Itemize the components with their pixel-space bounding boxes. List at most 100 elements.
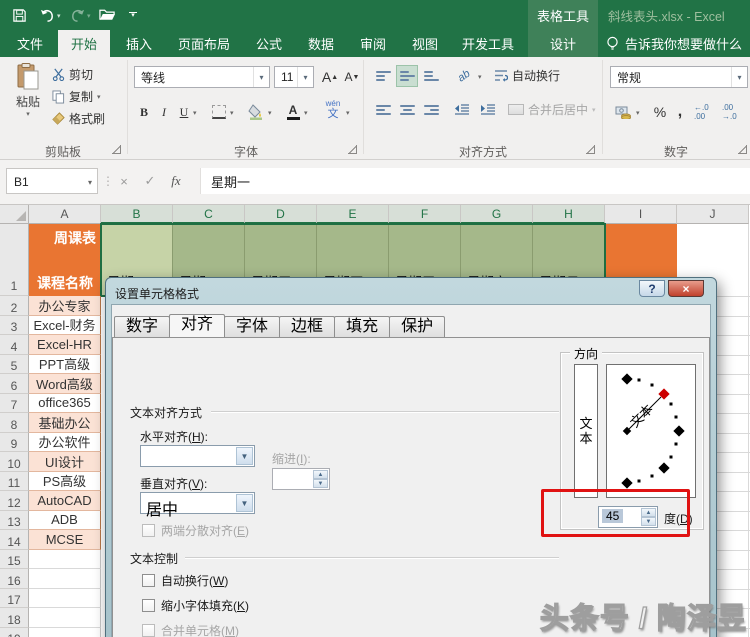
bold-button[interactable]: B: [136, 101, 152, 123]
orientation-dial[interactable]: 文本: [606, 364, 696, 498]
row-header[interactable]: 17: [0, 588, 29, 608]
row-header[interactable]: 3: [0, 315, 29, 335]
orientation-dropdown[interactable]: ▾: [478, 73, 482, 81]
copy-dropdown[interactable]: ▾: [97, 93, 101, 101]
tab-data[interactable]: 数据: [298, 30, 344, 57]
course-cell[interactable]: [29, 588, 101, 608]
cut-button[interactable]: 剪切: [52, 64, 93, 85]
tab-file[interactable]: 文件: [8, 30, 52, 57]
italic-button[interactable]: I: [156, 101, 172, 123]
align-right-button[interactable]: [420, 99, 442, 121]
justify-distributed-checkbox[interactable]: 两端分散对齐(E): [142, 522, 249, 539]
course-cell[interactable]: PPT高级: [29, 354, 101, 374]
increase-indent-button[interactable]: [476, 99, 500, 121]
format-painter-button[interactable]: 格式刷: [52, 108, 105, 129]
phonetic-dropdown[interactable]: ▾: [346, 109, 350, 117]
tab-developer[interactable]: 开发工具: [452, 30, 524, 57]
cancel-button[interactable]: ×: [112, 168, 136, 194]
paste-button[interactable]: 粘贴 ▾: [8, 63, 48, 118]
merge-center-button[interactable]: 合并后居中 ▾: [508, 99, 596, 120]
row-header[interactable]: 14: [0, 530, 29, 550]
row-header[interactable]: 16: [0, 569, 29, 589]
course-cell[interactable]: 基础办公: [29, 413, 101, 433]
row-header[interactable]: 9: [0, 432, 29, 452]
dialog-close-button[interactable]: ×: [668, 280, 704, 297]
dialog-tab-font[interactable]: 字体: [224, 316, 281, 337]
phonetic-guide-button[interactable]: wén 文: [322, 99, 344, 121]
undo-button[interactable]: [36, 4, 58, 26]
course-cell[interactable]: Word高级: [29, 374, 101, 394]
spin-down-icon[interactable]: ▼: [313, 479, 328, 488]
chevron-down-icon[interactable]: ▼: [236, 494, 253, 512]
col-header-f[interactable]: F: [389, 205, 461, 224]
redo-dropdown[interactable]: ▾: [87, 12, 91, 20]
font-color-dropdown[interactable]: ▾: [304, 109, 308, 117]
col-header-j[interactable]: J: [677, 205, 749, 224]
font-size-dropdown[interactable]: ▾: [297, 67, 313, 87]
row-header[interactable]: 8: [0, 413, 29, 433]
accounting-format-button[interactable]: [612, 101, 634, 123]
course-cell[interactable]: office365: [29, 393, 101, 413]
tell-me-box[interactable]: 告诉我你想要做什么: [606, 30, 742, 57]
course-cell[interactable]: 办公软件: [29, 432, 101, 452]
tab-home[interactable]: 开始: [58, 30, 110, 57]
cell-a1-diagonal-header[interactable]: 周课表 课程名称: [29, 224, 101, 296]
merge-center-dropdown[interactable]: ▾: [592, 106, 596, 114]
row-header[interactable]: 11: [0, 471, 29, 491]
wrap-text-button[interactable]: 自动换行: [494, 65, 560, 86]
row-header-1[interactable]: 1: [0, 224, 29, 296]
course-cell[interactable]: Excel-HR: [29, 335, 101, 355]
col-header-h[interactable]: H: [533, 205, 605, 224]
course-cell[interactable]: PS高级: [29, 471, 101, 491]
row-header[interactable]: 6: [0, 374, 29, 394]
accounting-dropdown[interactable]: ▾: [636, 109, 640, 117]
tab-view[interactable]: 视图: [402, 30, 448, 57]
orientation-vertical-text-box[interactable]: 文 本: [574, 364, 598, 498]
font-size-combo[interactable]: 11 ▾: [274, 66, 314, 88]
horizontal-align-combo[interactable]: ▼: [140, 445, 255, 467]
indent-spinner[interactable]: ▲ ▼: [272, 468, 330, 490]
dialog-help-button[interactable]: ?: [639, 280, 665, 297]
dialog-tab-alignment[interactable]: 对齐: [169, 314, 226, 337]
row-header[interactable]: 7: [0, 393, 29, 413]
underline-button[interactable]: U: [176, 101, 192, 123]
number-format-dropdown[interactable]: ▾: [731, 67, 747, 87]
customize-qat-button[interactable]: ▾: [122, 4, 144, 26]
course-cell[interactable]: [29, 569, 101, 589]
shrink-to-fit-checkbox[interactable]: 缩小字体填充(K): [142, 597, 249, 614]
grow-font-button[interactable]: A ▲: [320, 66, 340, 88]
borders-dropdown[interactable]: ▾: [230, 109, 234, 117]
enter-button[interactable]: ✓: [138, 168, 162, 194]
course-cell[interactable]: [29, 608, 101, 628]
percent-style-button[interactable]: %: [650, 101, 670, 123]
course-cell[interactable]: [29, 627, 101, 637]
row-header[interactable]: 5: [0, 354, 29, 374]
orientation-button[interactable]: ab: [448, 60, 480, 92]
top-align-button[interactable]: [372, 65, 394, 87]
tab-review[interactable]: 审阅: [350, 30, 396, 57]
font-name-dropdown[interactable]: ▾: [253, 67, 269, 87]
borders-button[interactable]: [210, 101, 228, 123]
col-header-g[interactable]: G: [461, 205, 533, 224]
name-box[interactable]: B1 ▾: [6, 168, 98, 194]
vertical-align-combo[interactable]: 居中 ▼: [140, 492, 255, 519]
course-cell[interactable]: [29, 549, 101, 569]
underline-dropdown[interactable]: ▾: [193, 109, 197, 117]
dialog-tab-border[interactable]: 边框: [279, 316, 336, 337]
increase-decimal-button[interactable]: ←.0 .00: [694, 101, 720, 123]
decrease-indent-button[interactable]: [450, 99, 474, 121]
course-cell[interactable]: Excel-财务: [29, 315, 101, 335]
alignment-dialog-launcher[interactable]: [586, 145, 595, 154]
row-header[interactable]: 15: [0, 549, 29, 569]
decrease-decimal-button[interactable]: .00 →.0: [722, 101, 748, 123]
fill-color-dropdown[interactable]: ▾: [268, 109, 272, 117]
row-header[interactable]: 12: [0, 491, 29, 511]
bottom-align-button[interactable]: [420, 65, 442, 87]
number-dialog-launcher[interactable]: [738, 145, 747, 154]
col-header-c[interactable]: C: [173, 205, 245, 224]
col-header-d[interactable]: D: [245, 205, 317, 224]
comma-style-button[interactable]: ,: [672, 101, 688, 123]
undo-dropdown[interactable]: ▾: [57, 12, 61, 20]
row-header[interactable]: 10: [0, 452, 29, 472]
insert-function-button[interactable]: fx: [164, 168, 188, 194]
